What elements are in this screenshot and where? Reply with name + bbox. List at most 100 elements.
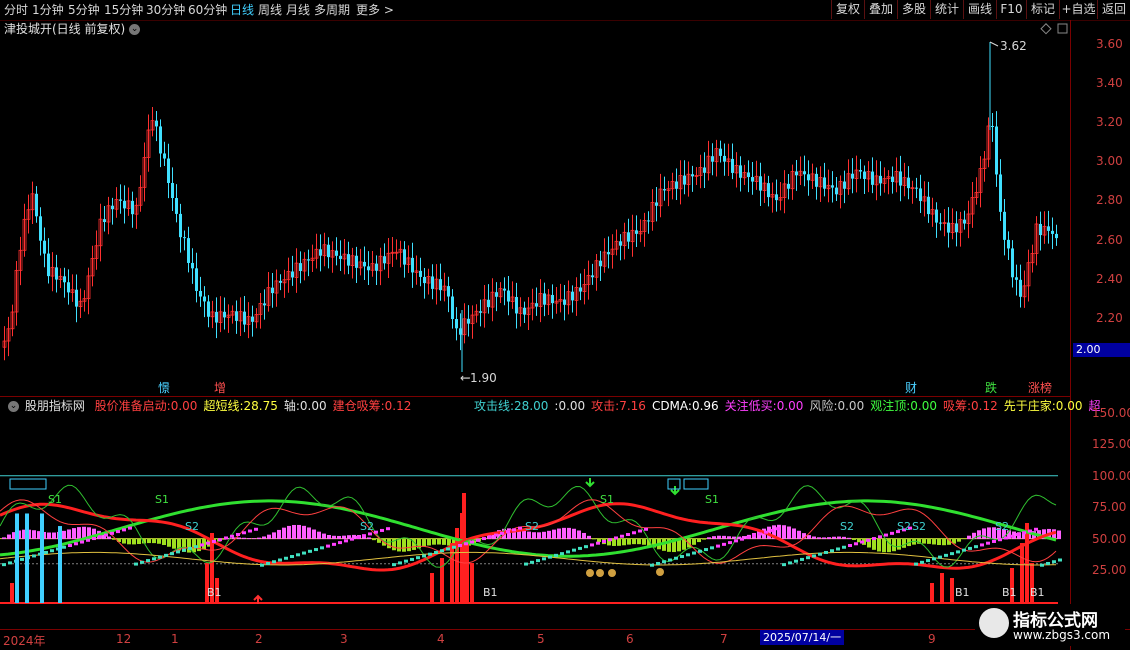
histogram-bar — [332, 535, 336, 540]
signal-dot — [254, 527, 258, 531]
signal-dot — [338, 541, 342, 545]
signal-dot — [68, 544, 72, 548]
s1-label: S1 — [155, 493, 169, 506]
histogram-bar — [887, 538, 891, 553]
candle-body — [223, 311, 226, 318]
candle-body — [263, 303, 266, 306]
down-arrow-icon — [585, 478, 595, 488]
histogram-bar — [557, 528, 561, 540]
candle-body — [919, 188, 922, 202]
signal-dot — [800, 557, 804, 561]
histogram-bar — [957, 538, 961, 542]
event-marker[interactable]: 财 — [905, 381, 917, 395]
chevron-down-icon[interactable]: ⌄ — [8, 401, 19, 412]
histogram-bar — [567, 527, 571, 540]
candle-body — [759, 176, 762, 191]
price-tick-label: 2.20 — [1096, 311, 1123, 325]
histogram-bar — [297, 524, 301, 540]
signal-dot — [944, 553, 948, 557]
signal-dot — [410, 557, 414, 561]
indicator-value: 0.96 — [691, 399, 719, 413]
signal-dot — [284, 556, 288, 560]
signal-dot — [776, 527, 780, 531]
histogram-bar — [727, 536, 731, 540]
candle-body — [863, 171, 866, 179]
histogram-bar — [292, 524, 296, 540]
histogram-bar — [127, 538, 131, 545]
signal-dot — [746, 535, 750, 539]
signal-dot — [860, 540, 864, 544]
signal-dot — [578, 546, 582, 550]
indicator-values: 攻击线:28.00:0.00 攻击:7.16 CDMA:0.96 关注低买:0.00 风… — [474, 398, 1101, 414]
histogram-bar — [532, 532, 536, 540]
signal-dot — [224, 536, 228, 540]
price-axis-line — [1070, 20, 1071, 650]
signal-dot — [674, 556, 678, 560]
candle-body — [243, 311, 246, 325]
signal-dot — [206, 541, 210, 545]
candle-body — [279, 280, 282, 283]
signal-dot — [1022, 531, 1026, 535]
spike-bar — [930, 583, 934, 603]
signal-dot — [374, 530, 378, 534]
histogram-bar — [872, 538, 876, 550]
signal-dot — [572, 548, 576, 552]
signal-dot — [1046, 561, 1050, 565]
candle-body — [375, 263, 378, 271]
signal-dot — [524, 562, 528, 566]
signal-dot — [920, 560, 924, 564]
candle-body — [823, 177, 826, 189]
histogram-bar — [287, 525, 291, 540]
candle-body — [1055, 233, 1058, 239]
candle-body — [535, 303, 538, 307]
event-marker[interactable]: 憬 — [158, 381, 170, 395]
histogram-bar — [902, 538, 906, 548]
candle-body — [747, 172, 750, 178]
indicator-value: 0.12 — [971, 399, 998, 413]
signal-dot — [950, 552, 954, 556]
candle-body — [963, 219, 966, 224]
signal-dot — [176, 550, 180, 554]
histogram-bar — [67, 529, 71, 540]
candle-body — [739, 165, 742, 178]
event-marker[interactable]: 涨榜 — [1028, 381, 1052, 395]
indicator-value-label: 风险: — [809, 399, 838, 413]
histogram-bar — [132, 538, 136, 545]
event-marker[interactable]: 跌 — [985, 381, 997, 395]
money-bag-icon — [608, 569, 616, 577]
candle-body — [131, 200, 134, 215]
candle-body — [1003, 211, 1006, 240]
chart-canvas[interactable]: 3.62←1.90S1 S1 S1 S1S2 S2 S2 S2 S2 S2 S2B1 B1 B1 B1 B… — [0, 0, 1130, 650]
indicator-tick-label: 100.00 — [1092, 469, 1130, 483]
s2-label: S2 — [360, 520, 374, 533]
candle-body — [591, 275, 594, 278]
s1-label: S1 — [600, 493, 614, 506]
candle-body — [795, 171, 798, 176]
signal-dot — [488, 535, 492, 539]
signal-dot — [458, 544, 462, 548]
event-marker[interactable]: 增 — [214, 381, 226, 395]
histogram-bar — [827, 537, 831, 540]
candle-body — [175, 198, 178, 214]
indicator-value: 28.75 — [243, 399, 278, 413]
signal-dot — [80, 540, 84, 544]
signal-dot — [1040, 563, 1044, 567]
signal-dot — [260, 563, 264, 567]
indicator-name[interactable]: 股朋指标网 — [25, 399, 85, 413]
candle-body — [843, 181, 846, 189]
histogram-bar — [1057, 530, 1061, 540]
histogram-bar — [642, 538, 646, 545]
signal-dot — [452, 545, 456, 549]
signal-dot — [956, 550, 960, 554]
s1-label: S1 — [48, 493, 62, 506]
signal-dot — [98, 535, 102, 539]
indicator-value: 0.12 — [384, 399, 412, 413]
candle-body — [599, 260, 602, 267]
signal-dot — [1004, 536, 1008, 540]
signal-dot — [518, 526, 522, 530]
candle-body — [327, 244, 330, 258]
signal-dot — [500, 531, 504, 535]
signal-dot — [758, 532, 762, 536]
signal-dot — [1034, 527, 1038, 531]
histogram-bar — [732, 536, 736, 540]
